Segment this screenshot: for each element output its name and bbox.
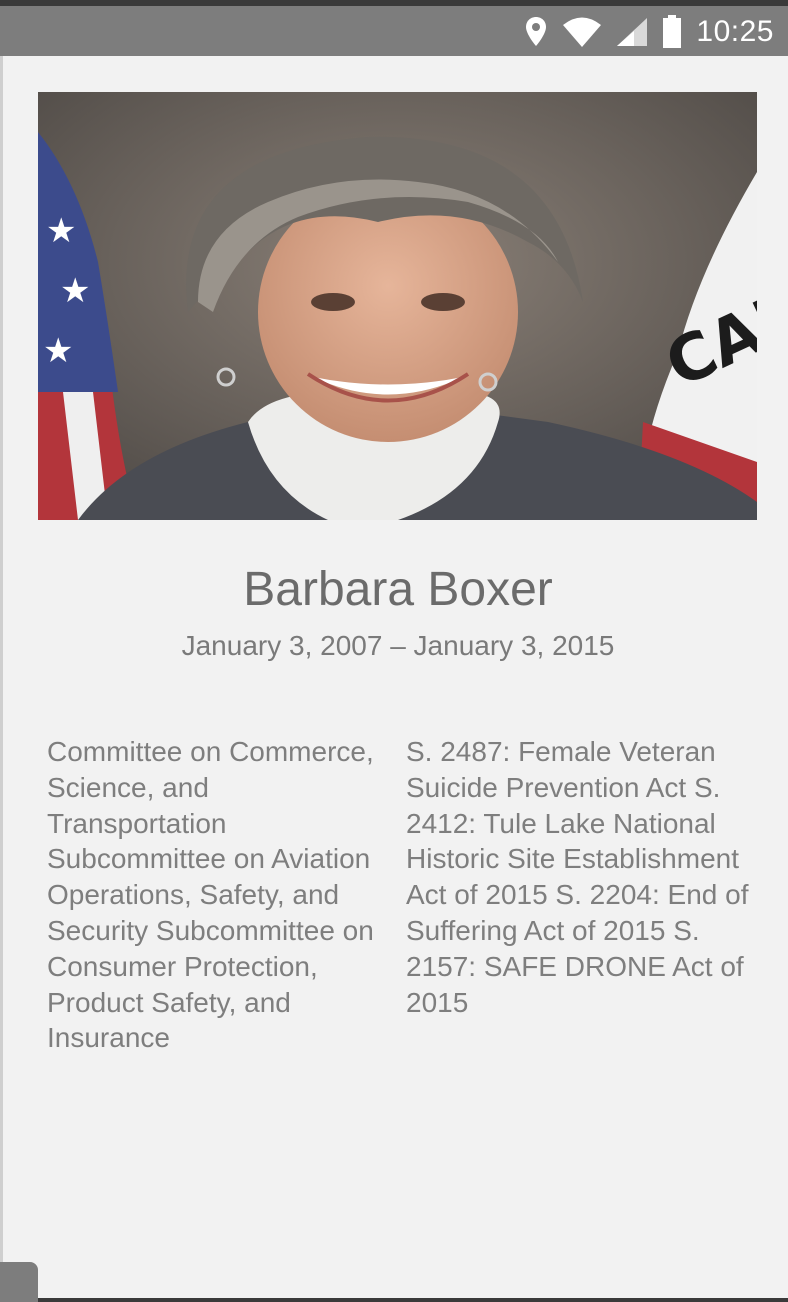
senator-name: Barbara Boxer <box>243 563 553 616</box>
senator-photo: ★ ★ ★ CAL <box>38 92 757 520</box>
bottom-divider <box>0 1298 788 1302</box>
senator-term: January 3, 2007 – January 3, 2015 <box>181 630 615 661</box>
status-icons: 10:25 <box>524 12 774 52</box>
cell-signal-icon <box>616 17 648 47</box>
svg-text:★: ★ <box>60 271 90 311</box>
svg-text:★: ★ <box>43 331 73 371</box>
wifi-icon <box>562 16 602 48</box>
svg-text:★: ★ <box>46 211 76 251</box>
bills-text: S. 2487: Female Veteran Suicide Preventi… <box>406 736 749 1018</box>
app-screen: 10:25 ★ ★ ★ CAL Barbara Boxer January 3,… <box>0 0 788 1302</box>
committees-text: Committee on Commerce, Science, and Tran… <box>47 736 374 1054</box>
status-time: 10:25 <box>696 15 774 48</box>
location-icon <box>524 16 548 48</box>
status-bar: 10:25 <box>0 0 788 56</box>
scroll-tab[interactable] <box>0 1262 38 1302</box>
battery-icon <box>662 15 682 49</box>
